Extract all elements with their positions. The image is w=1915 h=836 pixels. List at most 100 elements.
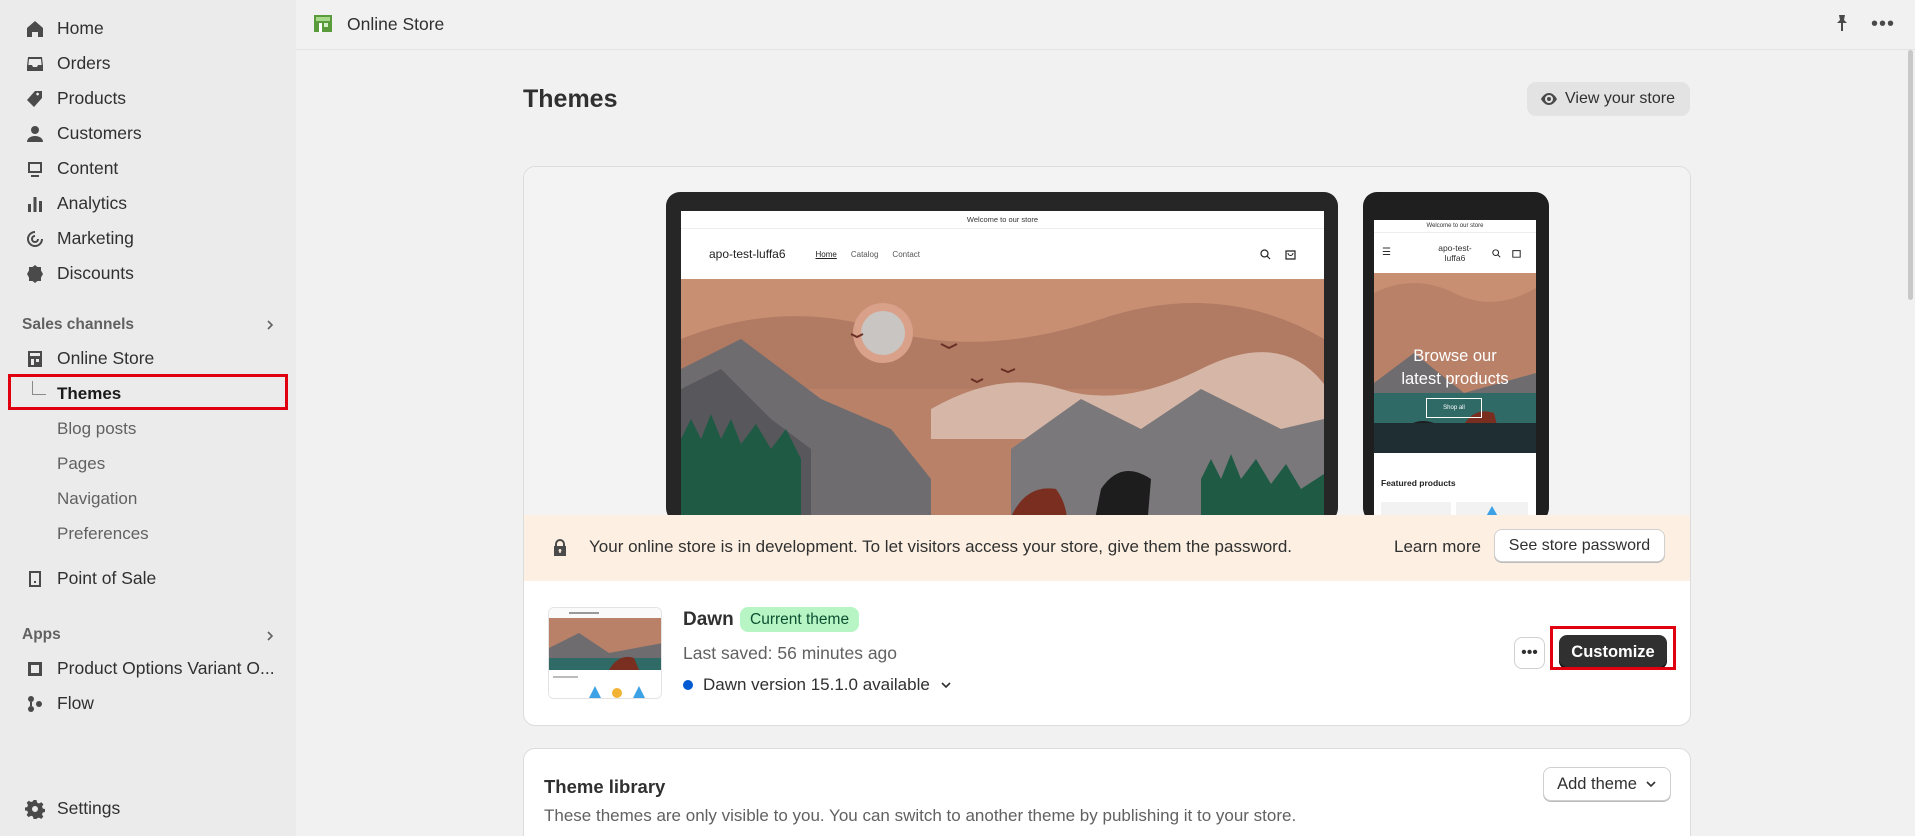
chevron-right-icon[interactable]	[264, 319, 276, 331]
mobile-announcement-bar: Welcome to our store	[1374, 220, 1536, 233]
target-icon	[24, 228, 46, 250]
sidebar-item-navigation[interactable]: Navigation	[0, 481, 296, 516]
sidebar-item-product-options-app[interactable]: Product Options Variant O...	[0, 651, 296, 686]
search-icon	[1260, 248, 1271, 259]
bar-chart-icon	[24, 193, 46, 215]
mobile-store-name: apo-test-luffa6	[1438, 243, 1472, 263]
page-title: Themes	[523, 85, 618, 113]
online-store-icon	[314, 15, 332, 32]
home-icon	[24, 18, 46, 40]
development-banner-text: Your online store is in development. To …	[589, 537, 1293, 556]
mobile-preview-screen: Welcome to our store ☰ apo-test-luffa6 B…	[1374, 220, 1536, 515]
sidebar-item-content[interactable]: Content	[0, 151, 296, 186]
current-theme-badge: Current theme	[740, 607, 860, 632]
mobile-hero-line-2: latest products	[1401, 370, 1509, 388]
add-theme-label: Add theme	[1557, 774, 1637, 793]
theme-preview[interactable]: Welcome to our store apo-test-luffa6 Hom…	[524, 167, 1690, 515]
sidebar-item-marketing[interactable]: Marketing	[0, 221, 296, 256]
sidebar-item-label: Discounts	[57, 263, 134, 283]
mobile-preview: Welcome to our store ☰ apo-test-luffa6 B…	[1363, 192, 1549, 515]
discount-icon	[24, 263, 46, 285]
inbox-icon	[24, 53, 46, 75]
store-icon	[24, 348, 46, 370]
hamburger-icon: ☰	[1382, 247, 1391, 258]
sidebar-item-flow[interactable]: Flow	[0, 686, 296, 721]
sidebar-item-label: Orders	[57, 53, 111, 73]
site-header-icons	[1260, 248, 1296, 260]
sidebar-item-discounts[interactable]: Discounts	[0, 256, 296, 291]
pin-icon[interactable]	[1833, 14, 1851, 32]
topbar-title: Online Store	[347, 14, 445, 34]
sidebar-item-label: Analytics	[57, 193, 128, 213]
person-icon	[24, 123, 46, 145]
pos-icon	[24, 568, 46, 590]
add-theme-button[interactable]: Add theme	[1543, 767, 1671, 801]
chevron-down-icon	[1646, 781, 1656, 788]
current-theme-card: Welcome to our store apo-test-luffa6 Hom…	[523, 166, 1691, 726]
hero-illustration	[681, 279, 1324, 515]
sidebar-item-analytics[interactable]: Analytics	[0, 186, 296, 221]
sales-channels-heading: Sales channels	[22, 316, 135, 333]
sidebar-item-home[interactable]: Home	[0, 11, 296, 46]
more-options-icon[interactable]: •••	[1871, 14, 1895, 34]
theme-thumbnail[interactable]	[548, 607, 662, 699]
sidebar-item-label: Point of Sale	[57, 568, 157, 588]
site-nav-home: Home	[815, 249, 837, 259]
sidebar-item-preferences[interactable]: Preferences	[0, 516, 296, 551]
update-dot-icon	[683, 680, 693, 690]
sidebar-item-settings[interactable]: Settings	[0, 791, 296, 826]
desktop-preview: Welcome to our store apo-test-luffa6 Hom…	[666, 192, 1338, 515]
site-header: apo-test-luffa6 Home Catalog Contact	[681, 229, 1324, 279]
see-store-password-button[interactable]: See store password	[1494, 529, 1665, 562]
app-icon	[24, 658, 46, 680]
site-store-name: apo-test-luffa6	[709, 247, 786, 261]
sidebar-item-label: Flow	[57, 693, 94, 713]
view-store-button[interactable]: View your store	[1527, 82, 1690, 116]
mobile-featured-heading: Featured products	[1381, 478, 1456, 488]
theme-name: Dawn	[683, 609, 734, 630]
theme-actions-button[interactable]: •••	[1514, 637, 1545, 669]
sidebar: Home Orders Products Customers Content A…	[0, 0, 296, 836]
site-nav: Home Catalog Contact	[816, 250, 921, 259]
desktop-preview-screen: Welcome to our store apo-test-luffa6 Hom…	[681, 211, 1324, 515]
sidebar-item-label: Home	[57, 18, 104, 38]
sidebar-item-label: Product Options Variant O...	[57, 658, 275, 678]
sidebar-item-products[interactable]: Products	[0, 81, 296, 116]
cart-icon	[1512, 250, 1521, 258]
site-nav-contact: Contact	[892, 249, 920, 259]
search-icon	[1492, 249, 1501, 258]
lock-icon	[554, 539, 566, 556]
chevron-down-icon	[941, 682, 951, 689]
sidebar-item-pages[interactable]: Pages	[0, 446, 296, 481]
last-saved-text: Last saved: 56 minutes ago	[683, 643, 898, 663]
version-notice[interactable]: Dawn version 15.1.0 available	[683, 675, 952, 695]
sidebar-item-point-of-sale[interactable]: Point of Sale	[0, 561, 296, 596]
learn-more-link[interactable]: Learn more	[1394, 537, 1481, 557]
theme-thumbnail-image	[549, 608, 661, 698]
current-theme-row: Dawn Current theme Last saved: 56 minute…	[524, 581, 1690, 725]
page-scrollbar[interactable]	[1908, 50, 1913, 300]
tag-icon	[24, 88, 46, 110]
eye-icon	[1541, 93, 1557, 105]
theme-library-title: Theme library	[544, 776, 666, 797]
theme-library-card: Theme library These themes are only visi…	[523, 748, 1691, 836]
content-icon	[24, 158, 46, 180]
gear-icon	[24, 798, 46, 820]
chevron-right-icon[interactable]	[264, 630, 276, 642]
version-notice-text: Dawn version 15.1.0 available	[703, 675, 930, 694]
sidebar-item-label: Products	[57, 88, 127, 108]
announcement-bar: Welcome to our store	[681, 211, 1324, 229]
mobile-hero-line-1: Browse our	[1413, 347, 1497, 365]
development-banner: Your online store is in development. To …	[524, 515, 1690, 581]
cart-icon	[1285, 249, 1296, 260]
top-bar: Online Store •••	[296, 0, 1915, 50]
sidebar-item-label: Content	[57, 158, 119, 178]
sidebar-item-blog-posts[interactable]: Blog posts	[0, 411, 296, 446]
sidebar-item-label: Online Store	[57, 348, 155, 368]
sidebar-item-customers[interactable]: Customers	[0, 116, 296, 151]
sidebar-item-online-store[interactable]: Online Store	[0, 341, 296, 376]
site-nav-catalog: Catalog	[850, 249, 879, 259]
sidebar-item-orders[interactable]: Orders	[0, 46, 296, 81]
highlight-box-themes	[8, 374, 288, 410]
apps-heading: Apps	[22, 626, 61, 643]
